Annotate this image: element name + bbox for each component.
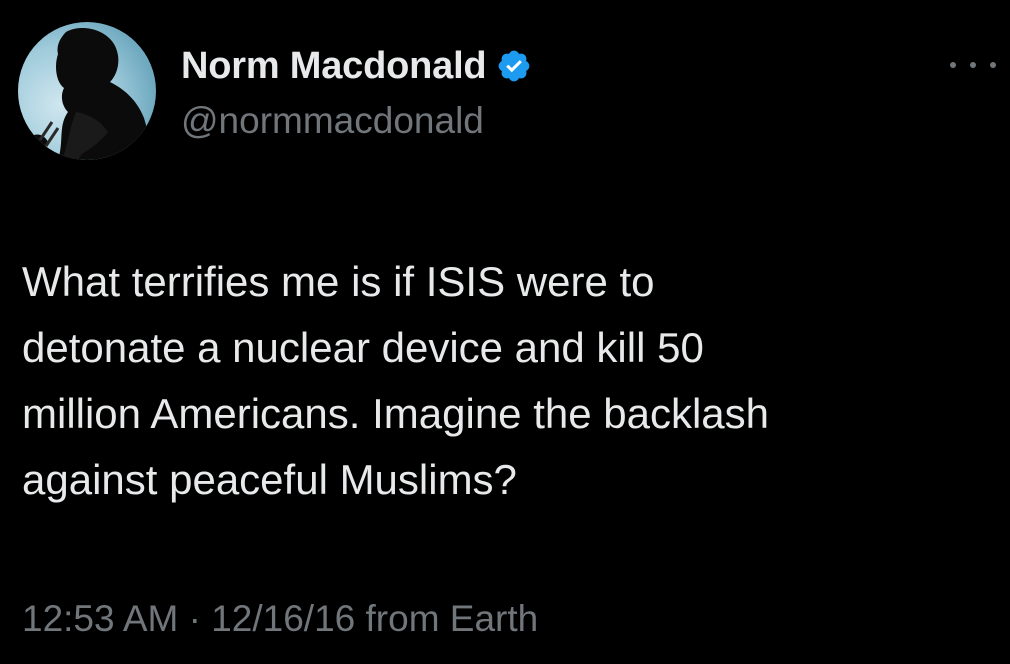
avatar[interactable] <box>18 22 156 160</box>
more-options-button[interactable] <box>950 50 996 80</box>
tweet-timestamp[interactable]: 12:53 AM · 12/16/16 from Earth <box>22 598 538 640</box>
tweet-text-line: against peaceful Muslims? <box>22 456 517 503</box>
tweet-card: Norm Macdonald @normmacdonald What terri… <box>0 0 1010 664</box>
author-name-row[interactable]: Norm Macdonald <box>181 42 532 90</box>
ellipsis-dot-icon <box>950 62 956 68</box>
ellipsis-dot-icon <box>990 62 996 68</box>
tweet-text-line: detonate a nuclear device and kill 50 <box>22 324 704 371</box>
author-display-name[interactable]: Norm Macdonald <box>181 45 487 88</box>
ellipsis-dot-icon <box>970 62 976 68</box>
tweet-text: What terrifies me is if ISIS were to det… <box>22 249 982 513</box>
tweet-text-line: million Americans. Imagine the backlash <box>22 390 770 437</box>
author-handle[interactable]: @normmacdonald <box>181 100 484 142</box>
profile-photo-icon <box>18 22 156 160</box>
tweet-text-line: What terrifies me is if ISIS were to <box>22 258 655 305</box>
verified-badge-icon <box>496 48 532 84</box>
